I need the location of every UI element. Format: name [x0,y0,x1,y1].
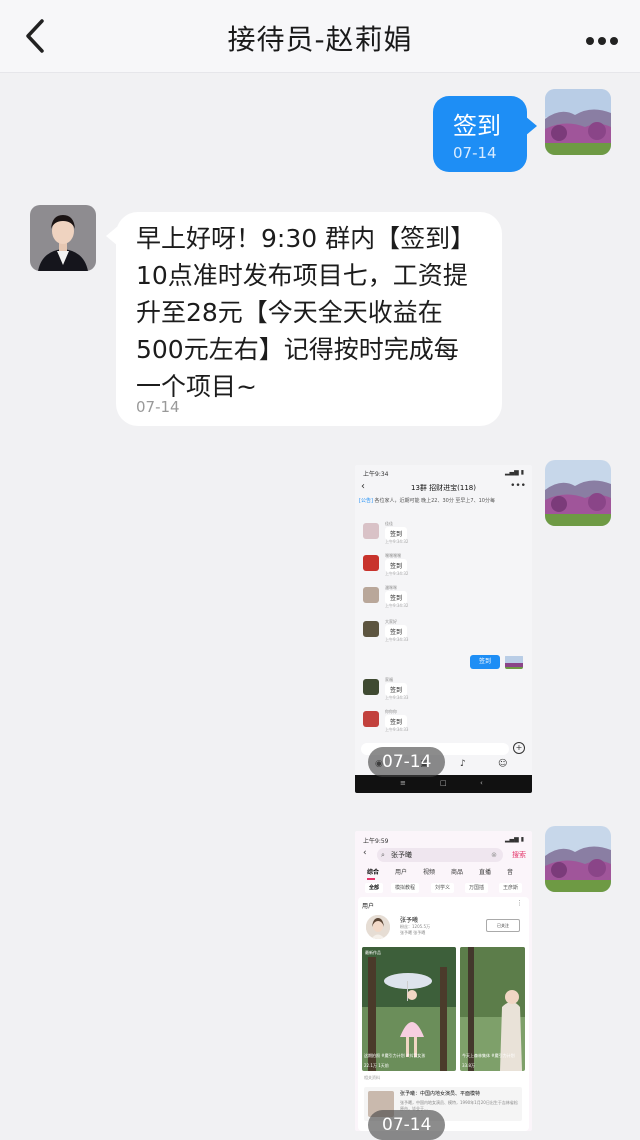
voice-icon: ♪ [460,759,466,769]
more-options-icon[interactable] [586,30,622,45]
search-tabs: 综合 用户 视频 商品 直播 音 [367,869,514,876]
status-bar: 上午9:34 ▂▄▆ ▮ [363,469,524,478]
video-thumbnail: 最新作品 这期拍照 #魔引力计划 #抖音女孩 22.1万 1天前 [362,947,456,1071]
my-avatar[interactable] [545,826,611,892]
search-button: 搜索 [512,851,526,859]
video-thumbnail: 今天上森林集体 #魔引力计划 33.8万 [460,947,525,1071]
message-time: 07-14 [136,398,180,416]
chat-row: 佳佳 签到 上午9:34:32 [355,521,532,551]
user-avatar [366,915,390,939]
chat-row: 家福 签到 上午9:34:33 [355,677,532,707]
image-time: 07-14 [368,1110,446,1140]
chat-row: 大家好 签到 上午9:34:33 [355,619,532,649]
group-chat-screenshot-image[interactable]: 上午9:34 ▂▄▆ ▮ ‹ 13群 招财进宝(118) ••• [公告] 各位… [355,465,532,793]
filter-chips: 全部 模拟教程 刘学义 万国插 王彦斯 [363,883,532,895]
search-box: ⌕ 张予曦 ⊗ [377,848,503,862]
emoji-icon: ☺ [498,759,508,769]
my-avatar[interactable] [545,460,611,526]
chat-header: ‹ 13群 招财进宝(118) ••• [361,481,526,492]
more-icon: ••• [510,481,526,491]
clear-icon: ⊗ [491,851,497,859]
agent-avatar[interactable] [30,205,96,271]
search-icon: ⌕ [381,851,385,859]
my-checkin-message[interactable]: 签到 07-14 [433,96,537,172]
agent-greeting-message[interactable]: 早上好呀！9:30 群内【签到】 10点准时发布项目七，工资提 升至28元【今天… [106,212,502,426]
message-time: 07-14 [453,144,497,162]
my-mini-avatar [505,655,523,669]
image-time: 07-14 [368,747,446,777]
douyin-search-screenshot-image[interactable]: 上午9:59 ▂▄▆ ▮ ‹ ⌕ 张予曦 ⊗ 搜索 综合 用户 视频 商品 直播… [355,831,532,1131]
my-avatar[interactable] [545,89,611,155]
android-nav-bar: ≡ □ ‹ [355,775,532,793]
follow-button: 已关注 [486,919,520,932]
chat-row: 你你你 签到 上午9:34:33 [355,709,532,739]
message-text: 签到 [453,112,501,140]
chat-row: 潘咪咪 签到 上午9:34:32 [355,585,532,615]
plus-icon: + [513,742,525,754]
message-text: 早上好呀！9:30 群内【签到】 10点准时发布项目七，工资提 升至28元【今天… [136,224,476,401]
chat-title: 接待员-赵莉娟 [227,23,413,56]
my-checkin-bubble: 签到 [470,655,500,669]
chat-row: 嘿嘿嘿嘿 签到 上午9:34:32 [355,553,532,583]
group-notice: [公告] 各位家人，近期可能 晚上22、30分 至早上7、10分每 [359,498,495,504]
top-bar: 接待员-赵莉娟 [0,0,640,73]
back-icon: ‹ [363,848,367,858]
user-result-card: 用户 ⋮ 张予曦 粉丝：1205.5万 张予曦 张予曦 已关注 最新作品 这期拍… [358,897,529,1131]
status-bar: 上午9:59 ▂▄▆ ▮ [363,836,524,845]
